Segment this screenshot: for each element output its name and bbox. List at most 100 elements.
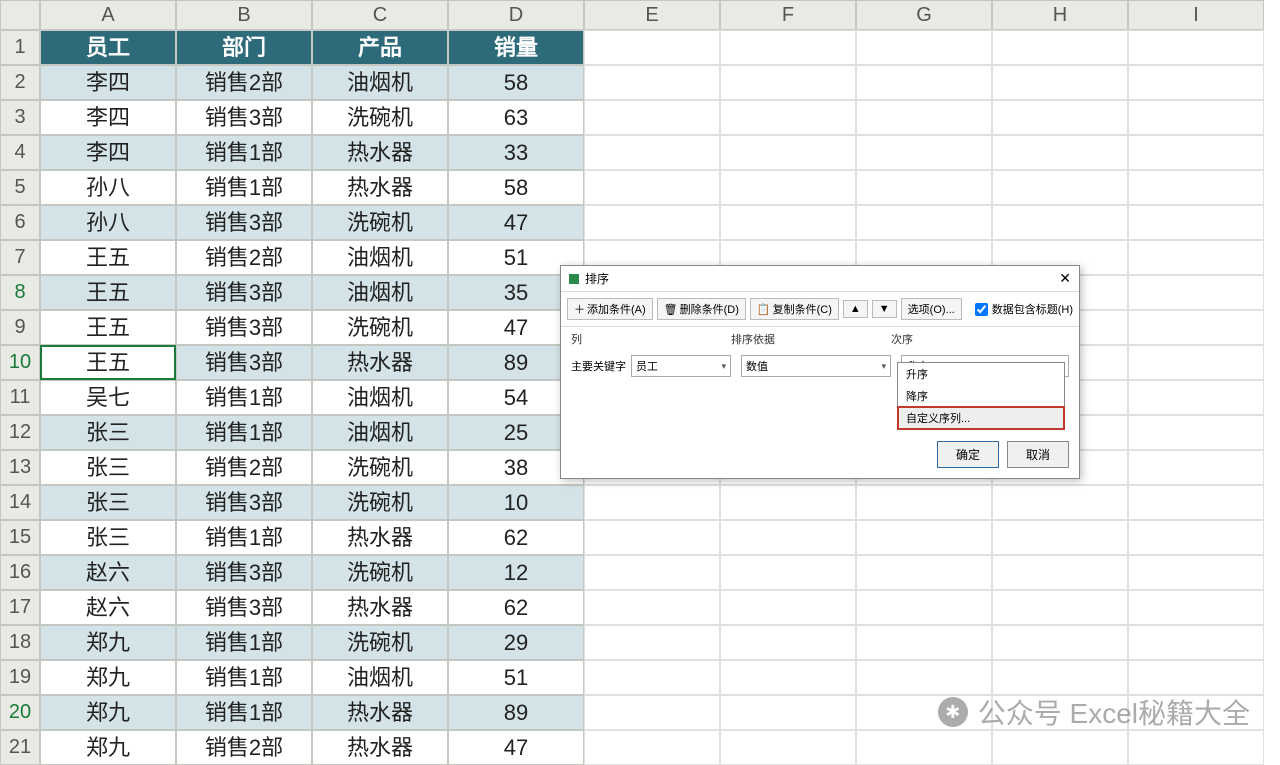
cell[interactable] [584, 205, 720, 240]
cell[interactable]: 29 [448, 625, 584, 660]
cell[interactable] [856, 65, 992, 100]
column-header[interactable]: F [720, 0, 856, 30]
cell[interactable]: 王五 [40, 310, 176, 345]
cell[interactable] [992, 170, 1128, 205]
cell[interactable] [1128, 590, 1264, 625]
cell[interactable] [992, 65, 1128, 100]
cell[interactable]: 热水器 [312, 170, 448, 205]
cell[interactable]: 张三 [40, 520, 176, 555]
cell[interactable]: 热水器 [312, 345, 448, 380]
cell[interactable]: 89 [448, 695, 584, 730]
cell[interactable] [856, 660, 992, 695]
cell[interactable]: 热水器 [312, 590, 448, 625]
cell[interactable] [992, 625, 1128, 660]
cell[interactable] [720, 695, 856, 730]
cell[interactable]: 销售2部 [176, 65, 312, 100]
column-header[interactable]: H [992, 0, 1128, 30]
row-header[interactable]: 10 [0, 345, 40, 380]
cell[interactable]: 孙八 [40, 205, 176, 240]
cell[interactable] [720, 135, 856, 170]
cell[interactable]: 洗碗机 [312, 100, 448, 135]
cell[interactable] [1128, 310, 1264, 345]
key-select[interactable]: 员工▾ [631, 355, 731, 377]
cell[interactable]: 12 [448, 555, 584, 590]
cell[interactable] [1128, 65, 1264, 100]
cell[interactable] [584, 555, 720, 590]
cell[interactable]: 33 [448, 135, 584, 170]
dropdown-asc[interactable]: 升序 [898, 363, 1064, 385]
column-header[interactable]: I [1128, 0, 1264, 30]
cell[interactable]: 销售3部 [176, 555, 312, 590]
cell[interactable]: 油烟机 [312, 415, 448, 450]
cell[interactable]: 张三 [40, 415, 176, 450]
row-header[interactable]: 21 [0, 730, 40, 765]
cell[interactable] [1128, 730, 1264, 765]
cell[interactable]: 油烟机 [312, 240, 448, 275]
cell[interactable] [1128, 240, 1264, 275]
cell[interactable]: 油烟机 [312, 380, 448, 415]
add-condition-button[interactable]: ＋ 添加条件(A) [567, 298, 653, 320]
cell[interactable]: 王五 [40, 345, 176, 380]
cell[interactable]: 销售1部 [176, 695, 312, 730]
cell[interactable]: 洗碗机 [312, 450, 448, 485]
cell[interactable] [992, 135, 1128, 170]
column-header[interactable]: C [312, 0, 448, 30]
row-header[interactable]: 16 [0, 555, 40, 590]
dropdown-desc[interactable]: 降序 [898, 385, 1064, 407]
row-header[interactable]: 17 [0, 590, 40, 625]
cell[interactable] [584, 100, 720, 135]
cell[interactable] [720, 485, 856, 520]
row-header[interactable]: 20 [0, 695, 40, 730]
cell[interactable] [720, 100, 856, 135]
cell[interactable] [856, 485, 992, 520]
row-header[interactable]: 2 [0, 65, 40, 100]
cell[interactable]: 产品 [312, 30, 448, 65]
cell[interactable] [1128, 275, 1264, 310]
cell[interactable] [992, 590, 1128, 625]
cell[interactable] [584, 695, 720, 730]
cell[interactable] [584, 625, 720, 660]
cell[interactable]: 李四 [40, 100, 176, 135]
row-header[interactable]: 9 [0, 310, 40, 345]
row-header[interactable]: 12 [0, 415, 40, 450]
cell[interactable]: 销售1部 [176, 625, 312, 660]
cell[interactable] [584, 170, 720, 205]
cell[interactable]: 孙八 [40, 170, 176, 205]
cell[interactable] [856, 625, 992, 660]
cell[interactable] [992, 485, 1128, 520]
cell[interactable]: 销售3部 [176, 345, 312, 380]
cell[interactable]: 部门 [176, 30, 312, 65]
row-header[interactable]: 6 [0, 205, 40, 240]
cell[interactable]: 销售2部 [176, 450, 312, 485]
cell[interactable]: 销量 [448, 30, 584, 65]
close-icon[interactable]: ✕ [1059, 270, 1071, 287]
cell[interactable] [1128, 485, 1264, 520]
cell[interactable] [584, 730, 720, 765]
cell[interactable] [720, 590, 856, 625]
column-header[interactable]: D [448, 0, 584, 30]
cell[interactable] [992, 520, 1128, 555]
row-header[interactable]: 7 [0, 240, 40, 275]
cell[interactable]: 销售3部 [176, 205, 312, 240]
cell[interactable] [720, 30, 856, 65]
cell[interactable] [584, 485, 720, 520]
cell[interactable] [1128, 660, 1264, 695]
cell[interactable]: 郑九 [40, 695, 176, 730]
cell[interactable]: 热水器 [312, 730, 448, 765]
row-header[interactable]: 1 [0, 30, 40, 65]
cell[interactable]: 王五 [40, 275, 176, 310]
cell[interactable] [584, 135, 720, 170]
cell[interactable]: 销售2部 [176, 730, 312, 765]
select-all-corner[interactable] [0, 0, 40, 30]
cell[interactable]: 郑九 [40, 660, 176, 695]
cell[interactable]: 吴七 [40, 380, 176, 415]
cell[interactable] [720, 660, 856, 695]
cell[interactable]: 洗碗机 [312, 555, 448, 590]
cell[interactable]: 张三 [40, 450, 176, 485]
cell[interactable] [1128, 205, 1264, 240]
cell[interactable]: 销售3部 [176, 590, 312, 625]
cell[interactable]: 员工 [40, 30, 176, 65]
cell[interactable] [992, 100, 1128, 135]
cell[interactable] [1128, 345, 1264, 380]
column-header[interactable]: E [584, 0, 720, 30]
